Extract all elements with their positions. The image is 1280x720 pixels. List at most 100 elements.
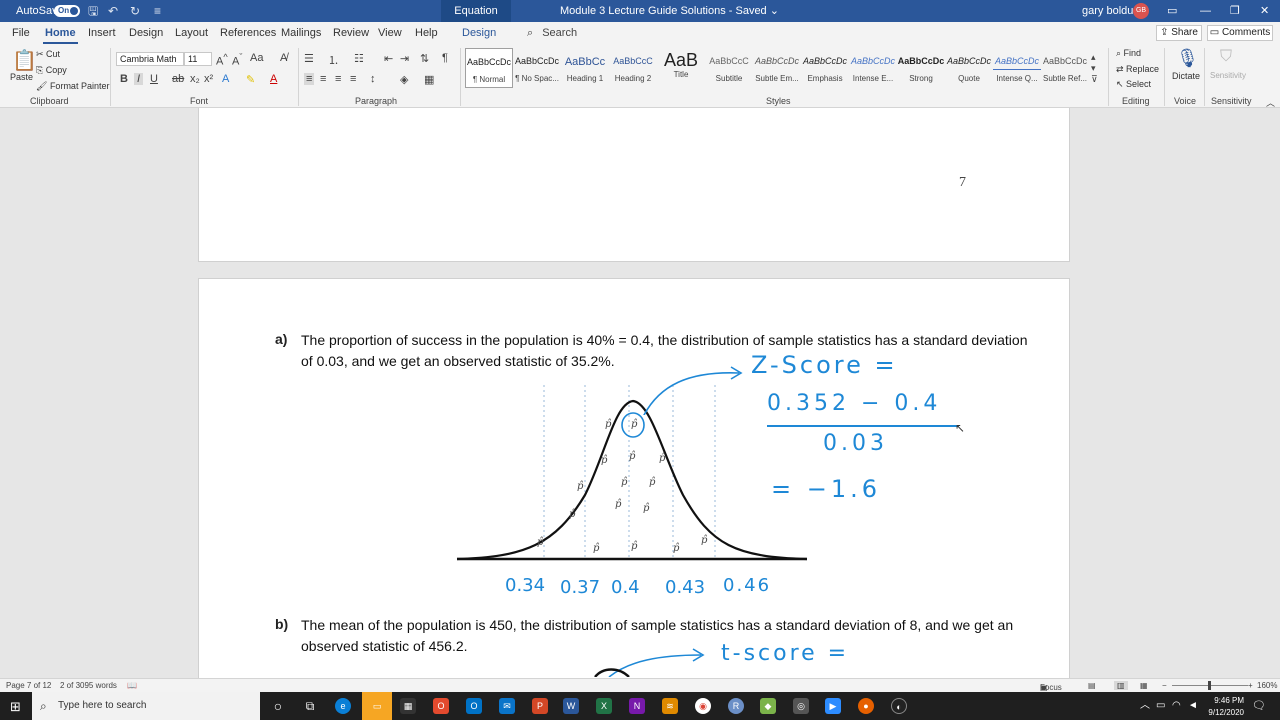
comments-button[interactable]: ▭ Comments bbox=[1207, 25, 1273, 41]
italic-icon[interactable]: I bbox=[134, 73, 144, 85]
zoom-app-icon[interactable]: ▶ bbox=[825, 698, 841, 714]
shrink-font-icon[interactable]: Aˇ bbox=[232, 52, 242, 68]
highlight-icon[interactable]: ✎ bbox=[246, 73, 255, 86]
tab-help[interactable]: Help bbox=[415, 22, 438, 44]
tab-review[interactable]: Review bbox=[333, 22, 369, 44]
grow-font-icon[interactable]: A^ bbox=[216, 52, 228, 68]
zoom-slider-thumb[interactable] bbox=[1208, 681, 1211, 690]
bold-icon[interactable]: B bbox=[120, 73, 128, 85]
edge-icon[interactable]: e bbox=[335, 698, 351, 714]
notifications-icon[interactable]: 🗨 bbox=[1252, 700, 1266, 712]
font-color-icon[interactable]: A bbox=[270, 73, 277, 85]
decrease-indent-icon[interactable]: ⇤ bbox=[384, 52, 393, 65]
replace-button[interactable]: ⇄ Replace bbox=[1116, 64, 1159, 75]
style-subtitle[interactable]: AaBbCcC Subtitle bbox=[705, 48, 753, 88]
powerpoint-icon[interactable]: P bbox=[532, 698, 548, 714]
user-name[interactable]: gary bolduc bbox=[1082, 0, 1139, 22]
ribbon-display-icon[interactable]: ▭ bbox=[1167, 0, 1177, 22]
search-box[interactable]: ⌕ Search bbox=[527, 22, 577, 44]
tab-references[interactable]: References bbox=[220, 22, 276, 44]
undo-icon[interactable]: ↶ bbox=[108, 0, 118, 22]
office-icon[interactable]: O bbox=[433, 698, 449, 714]
increase-indent-icon[interactable]: ⇥ bbox=[400, 52, 409, 65]
style-normal[interactable]: AaBbCcDc ¶ Normal bbox=[465, 48, 513, 88]
paste-button[interactable]: Paste bbox=[10, 72, 33, 82]
volume-icon[interactable]: ◄ bbox=[1188, 700, 1198, 712]
wifi-icon[interactable]: ◠ bbox=[1172, 700, 1181, 712]
app-icon[interactable]: ≋ bbox=[662, 698, 678, 714]
show-marks-icon[interactable]: ¶ bbox=[442, 52, 448, 64]
sort-icon[interactable]: ⇅ bbox=[420, 52, 429, 65]
page[interactable]: a) The proportion of success in the popu… bbox=[198, 278, 1070, 678]
strikethrough-icon[interactable]: ab bbox=[172, 73, 184, 85]
page[interactable]: 7 bbox=[198, 108, 1070, 262]
style-quote[interactable]: AaBbCcDc Quote bbox=[945, 48, 993, 88]
change-case-icon[interactable]: Aa bbox=[250, 52, 263, 64]
tab-home[interactable]: Home bbox=[43, 22, 78, 44]
store-icon[interactable]: ▦ bbox=[400, 698, 416, 714]
network-icon[interactable]: ▭ bbox=[1156, 700, 1165, 712]
tab-equation-design[interactable]: Design bbox=[462, 22, 496, 44]
align-right-icon[interactable]: ≡ bbox=[335, 73, 341, 85]
avatar[interactable]: GB bbox=[1133, 3, 1149, 19]
tab-mailings[interactable]: Mailings bbox=[281, 22, 321, 44]
close-icon[interactable]: ✕ bbox=[1260, 0, 1269, 22]
style-heading-2[interactable]: AaBbCcC Heading 2 bbox=[609, 48, 657, 88]
tab-insert[interactable]: Insert bbox=[88, 22, 116, 44]
dictate-button[interactable]: Dictate bbox=[1172, 71, 1200, 81]
tab-file[interactable]: File bbox=[12, 22, 30, 44]
find-button[interactable]: ⌕ Find bbox=[1116, 48, 1141, 59]
cut-button[interactable]: ✂ Cut bbox=[36, 49, 60, 60]
obs-icon[interactable]: ◐ bbox=[891, 698, 907, 714]
cortana-icon[interactable]: ○ bbox=[270, 698, 286, 714]
r-icon[interactable]: R bbox=[728, 698, 744, 714]
tab-layout[interactable]: Layout bbox=[175, 22, 208, 44]
zoom-level[interactable]: 160% bbox=[1257, 681, 1277, 690]
chrome-icon[interactable]: ◉ bbox=[695, 698, 711, 714]
minimize-icon[interactable]: — bbox=[1200, 0, 1211, 22]
read-mode-icon[interactable]: ▤ bbox=[1088, 681, 1096, 690]
multilevel-list-icon[interactable]: ☷ bbox=[354, 52, 364, 65]
print-layout-icon[interactable]: ▥ bbox=[1114, 681, 1128, 690]
onenote-icon[interactable]: N bbox=[629, 698, 645, 714]
app-icon[interactable]: ◎ bbox=[793, 698, 809, 714]
font-size-select[interactable]: 11 bbox=[184, 52, 212, 66]
restore-icon[interactable]: ❐ bbox=[1230, 0, 1240, 22]
customize-qat-icon[interactable]: ≡ bbox=[154, 0, 161, 22]
style-emphasis[interactable]: AaBbCcDc Emphasis bbox=[801, 48, 849, 88]
style-no-spacing[interactable]: AaBbCcDc ¶ No Spac... bbox=[513, 48, 561, 88]
mail-icon[interactable]: ✉ bbox=[499, 698, 515, 714]
borders-icon[interactable]: ▦ bbox=[424, 73, 434, 86]
style-subtle-reference[interactable]: AaBbCcDc Subtle Ref... bbox=[1041, 48, 1089, 88]
style-intense-emphasis[interactable]: AaBbCcDc Intense E... bbox=[849, 48, 897, 88]
word-icon[interactable]: W bbox=[563, 698, 579, 714]
numbering-icon[interactable]: ⒈ bbox=[328, 52, 339, 68]
document-title[interactable]: Module 3 Lecture Guide Solutions - Saved… bbox=[560, 0, 779, 22]
tray-chevron-icon[interactable]: ︿ bbox=[1140, 700, 1150, 712]
font-name-select[interactable]: Cambria Math bbox=[116, 52, 184, 66]
zoom-in-icon[interactable]: + bbox=[1248, 681, 1253, 690]
paste-icon[interactable]: 📋 bbox=[12, 48, 37, 73]
style-strong[interactable]: AaBbCcDc Strong bbox=[897, 48, 945, 88]
page-indicator[interactable]: Page 7 of 12 bbox=[6, 681, 51, 690]
share-button[interactable]: ⇪ Share bbox=[1156, 25, 1202, 41]
document-area[interactable]: 7 a) The proportion of success in the po… bbox=[0, 108, 1280, 678]
clear-formatting-icon[interactable]: A̸ bbox=[280, 52, 287, 64]
line-spacing-icon[interactable]: ↕ bbox=[370, 73, 376, 85]
proofing-icon[interactable]: 📖 bbox=[127, 681, 137, 690]
justify-icon[interactable]: ≡ bbox=[350, 73, 356, 85]
clock[interactable]: 9:46 PM 9/12/2020 bbox=[1204, 695, 1244, 719]
taskbar-search[interactable]: ⌕ Type here to search bbox=[32, 692, 260, 720]
windows-start-icon[interactable]: ⊞ bbox=[10, 699, 21, 715]
task-view-icon[interactable]: ⧉ bbox=[302, 698, 318, 714]
style-intense-quote[interactable]: AaBbCcDc Intense Q... bbox=[993, 48, 1041, 88]
gallery-scroll-icon[interactable]: ▴ ▾ ⊽ bbox=[1091, 52, 1098, 85]
style-subtle-emphasis[interactable]: AaBbCcDc Subtle Em... bbox=[753, 48, 801, 88]
save-icon[interactable]: 🖫 bbox=[88, 0, 98, 22]
copy-button[interactable]: ⎘ Copy bbox=[36, 65, 67, 76]
word-count[interactable]: 2 of 3095 words bbox=[60, 681, 117, 690]
redo-icon[interactable]: ↻ bbox=[130, 0, 140, 22]
style-heading-1[interactable]: AaBbCc Heading 1 bbox=[561, 48, 609, 88]
zoom-out-icon[interactable]: − bbox=[1162, 681, 1167, 690]
underline-icon[interactable]: U bbox=[150, 73, 158, 85]
